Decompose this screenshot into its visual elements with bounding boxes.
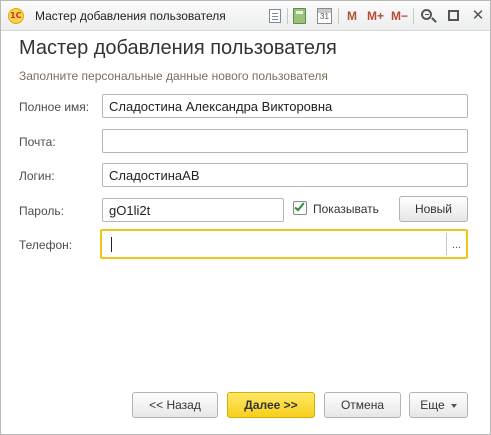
memory-plus-button[interactable]: M+: [367, 7, 384, 25]
login-input[interactable]: [102, 163, 468, 187]
new-password-button[interactable]: Новый: [399, 196, 468, 222]
password-label: Пароль:: [19, 204, 64, 218]
phone-input[interactable]: ...: [100, 229, 468, 259]
memory-minus-button[interactable]: M−: [391, 7, 408, 25]
maximize-icon[interactable]: [447, 7, 461, 25]
password-input[interactable]: [102, 198, 284, 222]
cancel-button[interactable]: Отмена: [324, 392, 401, 418]
text-caret: [111, 237, 112, 252]
more-button-label: Еще: [420, 398, 445, 412]
title-bar: 1С Мастер добавления пользователя 31 M M…: [1, 1, 490, 31]
calendar-day: 31: [320, 12, 329, 21]
more-button[interactable]: Еще: [409, 392, 468, 418]
toolbar-divider: [413, 8, 414, 24]
chevron-down-icon: [450, 403, 457, 408]
page-title: Мастер добавления пользователя: [19, 37, 337, 59]
phone-select-button[interactable]: ...: [446, 233, 466, 255]
close-icon[interactable]: ✕: [471, 7, 485, 25]
login-label: Логин:: [19, 169, 55, 183]
calculator-icon[interactable]: [293, 7, 307, 25]
email-label: Почта:: [19, 135, 56, 149]
toolbar-divider: [338, 8, 339, 24]
zoom-icon[interactable]: [420, 7, 438, 25]
full-name-input[interactable]: [102, 94, 468, 118]
checkmark-icon: [294, 200, 305, 212]
document-icon[interactable]: [267, 7, 283, 25]
next-button[interactable]: Далее >>: [227, 392, 315, 418]
show-password-checkbox[interactable]: [293, 200, 307, 215]
calendar-icon[interactable]: 31: [317, 7, 333, 25]
page-subtitle: Заполните персональные данные нового пол…: [19, 69, 328, 83]
email-input[interactable]: [102, 129, 468, 153]
wizard-window: 1С Мастер добавления пользователя 31 M M…: [0, 0, 491, 435]
window-title: Мастер добавления пользователя: [35, 9, 226, 23]
app-logo-text: 1С: [10, 11, 22, 20]
show-password-label[interactable]: Показывать: [313, 202, 379, 216]
memory-button[interactable]: M: [347, 7, 357, 25]
app-logo-icon: 1С: [8, 8, 24, 24]
back-button[interactable]: << Назад: [132, 392, 218, 418]
full-name-label: Полное имя:: [19, 100, 90, 114]
phone-label: Телефон:: [19, 238, 73, 252]
toolbar-divider: [287, 8, 288, 24]
